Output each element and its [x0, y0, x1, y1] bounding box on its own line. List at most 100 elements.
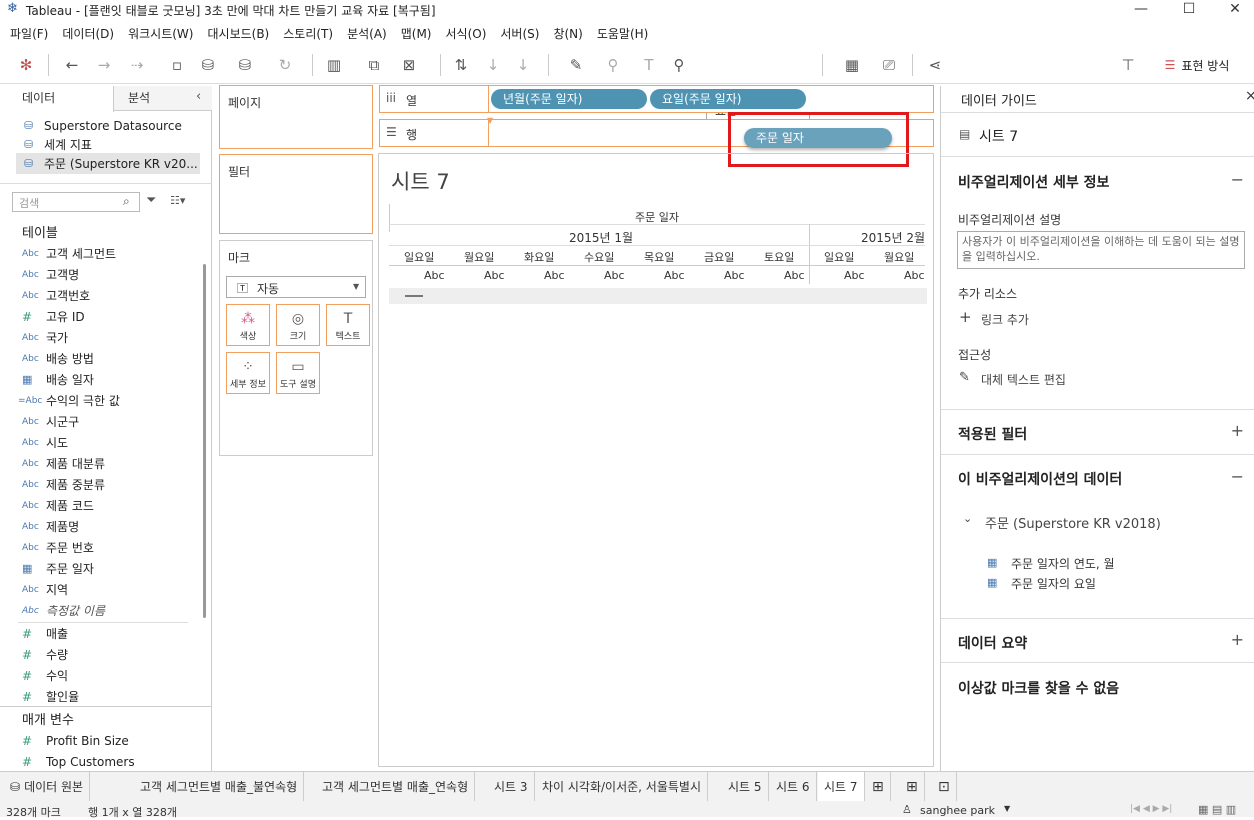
collapse-icon[interactable]: −: [1231, 170, 1244, 189]
weekday-header[interactable]: 일요일: [824, 249, 854, 265]
add-link-button[interactable]: 링크 추가: [981, 311, 1029, 328]
dimension-field[interactable]: Abc 제품명: [22, 516, 79, 537]
sort-desc-icon[interactable]: ↓: [512, 54, 534, 76]
show-me-button[interactable]: ☰ 표현 방식: [1152, 54, 1242, 76]
description-textarea[interactable]: 사용자가 이 비주얼리제이션을 이해하는 데 도움이 되는 설명을 입력하십시오…: [957, 231, 1245, 269]
maximize-button[interactable]: ☐: [1166, 0, 1212, 20]
dimension-field[interactable]: =Abc 수익의 극한 값: [18, 390, 120, 411]
replace-data-icon[interactable]: ⇢: [122, 54, 152, 76]
share-icon[interactable]: ⋖: [924, 54, 946, 76]
dimension-field[interactable]: # 고유 ID: [22, 306, 85, 327]
datasource-item[interactable]: ⛁ Superstore Datasource: [24, 115, 182, 136]
sheet-nav-icon[interactable]: |◀ ◀ ▶ ▶|: [1130, 804, 1172, 814]
dimension-field[interactable]: Abc 고객명: [22, 264, 79, 285]
save-icon[interactable]: ▫: [166, 54, 188, 76]
menu-map[interactable]: 맵(M): [401, 25, 432, 42]
menu-format[interactable]: 서식(O): [446, 25, 487, 42]
redo-icon[interactable]: →: [92, 54, 116, 76]
scrollbar[interactable]: [203, 264, 206, 618]
color-button[interactable]: ⁂ 색상: [226, 304, 270, 346]
filter-icon[interactable]: ⏷: [146, 193, 156, 208]
new-story-icon[interactable]: ⊡: [932, 772, 957, 802]
column-pill[interactable]: 요일(주문 일자): [650, 89, 806, 109]
expand-icon[interactable]: +: [1231, 421, 1244, 440]
viz-data-heading[interactable]: 이 비주얼리제이션의 데이터: [958, 469, 1122, 489]
sheet-tab[interactable]: 시트 5: [722, 772, 769, 802]
datasource-item[interactable]: ⛁ 세계 지표: [24, 134, 92, 155]
show-cards-icon[interactable]: ▦: [834, 54, 870, 76]
menu-worksheet[interactable]: 워크시트(W): [128, 25, 193, 42]
menu-server[interactable]: 서버(S): [500, 25, 539, 42]
menu-data[interactable]: 데이터(D): [62, 25, 114, 42]
parameter-item[interactable]: # Top Customers: [22, 751, 135, 772]
weekday-header[interactable]: 목요일: [644, 249, 674, 265]
presentation-icon[interactable]: ⎚: [878, 54, 900, 76]
sheet-tab[interactable]: 고객 세그먼트별 매출_불연속형: [134, 772, 305, 802]
menu-story[interactable]: 스토리(T): [283, 25, 333, 42]
label-icon[interactable]: T: [638, 54, 660, 76]
horizontal-scrollbar[interactable]: [389, 288, 927, 304]
detail-button[interactable]: ⁘ 세부 정보: [226, 352, 270, 394]
data-summary-heading[interactable]: 데이터 요약: [958, 633, 1027, 653]
table-cell[interactable]: Abc: [604, 269, 625, 282]
expand-icon[interactable]: +: [1231, 630, 1244, 649]
sheet-tab[interactable]: 시트 6: [770, 772, 817, 802]
table-cell[interactable]: Abc: [544, 269, 565, 282]
dimension-field[interactable]: Abc 제품 중분류: [22, 474, 105, 495]
menu-file[interactable]: 파일(F): [10, 25, 48, 42]
tableau-home-icon[interactable]: ✻: [14, 54, 38, 76]
measure-field[interactable]: # 할인율: [22, 686, 79, 707]
dimension-field[interactable]: Abc 고객번호: [22, 285, 90, 306]
column-pill[interactable]: 년월(주문 일자): [491, 89, 647, 109]
applied-filters-heading[interactable]: 적용된 필터: [958, 424, 1027, 444]
close-icon[interactable]: ×: [1245, 88, 1254, 104]
new-dashboard-icon[interactable]: ⊞: [900, 772, 925, 802]
dimension-field[interactable]: Abc 주문 번호: [22, 537, 94, 558]
collapse-icon[interactable]: −: [1231, 467, 1244, 486]
tab-data[interactable]: 데이터: [0, 86, 114, 112]
dimension-field[interactable]: ▦ 배송 일자: [22, 369, 94, 390]
minimize-button[interactable]: —: [1118, 0, 1164, 20]
sheet-tab[interactable]: 고객 세그먼트별 매출_연속형: [316, 772, 476, 802]
new-sheet-icon[interactable]: ⊞: [866, 772, 891, 802]
user-name[interactable]: sanghee park: [920, 804, 995, 817]
clear-sheet-icon[interactable]: ⊠: [392, 54, 426, 76]
table-cell[interactable]: Abc: [424, 269, 445, 282]
dimension-field[interactable]: Abc 배송 방법: [22, 348, 94, 369]
weekday-header[interactable]: 금요일: [704, 249, 734, 265]
guide-datasource[interactable]: 주문 (Superstore KR v2018): [985, 513, 1161, 532]
dimension-field[interactable]: Abc 국가: [22, 327, 68, 348]
weekday-header[interactable]: 월요일: [464, 249, 494, 265]
table-cell[interactable]: Abc: [664, 269, 685, 282]
measure-field[interactable]: # 매출: [22, 623, 68, 644]
tab-data-source[interactable]: ⛁ 데이터 원본: [0, 772, 91, 802]
menu-help[interactable]: 도움말(H): [597, 25, 649, 42]
new-sheet-icon[interactable]: ▥: [322, 54, 346, 76]
columns-shelf[interactable]: iii 열 년월(주문 일자) 요일(주문 일자): [379, 85, 934, 113]
swap-icon[interactable]: ⇅: [450, 54, 472, 76]
dimension-field[interactable]: ▦ 주문 일자: [22, 558, 94, 579]
format-icon[interactable]: ⊤: [1116, 54, 1140, 76]
pin-icon[interactable]: ⚲: [668, 54, 690, 76]
sort-asc-icon[interactable]: ↓: [482, 54, 504, 76]
datasource-item-selected[interactable]: ⛁ 주문 (Superstore KR v20...: [16, 153, 200, 174]
table-cell[interactable]: Abc: [484, 269, 505, 282]
tab-analysis[interactable]: 분석: [114, 86, 194, 111]
table-cell[interactable]: Abc: [844, 269, 865, 282]
view-options-icon[interactable]: ☷▾: [170, 194, 185, 207]
mark-type-select[interactable]: 🅃 자동 ▼: [226, 276, 366, 298]
highlight-icon[interactable]: ✎: [560, 54, 592, 76]
refresh-icon[interactable]: ↻: [268, 54, 302, 76]
parameter-item[interactable]: # Profit Bin Size: [22, 730, 129, 751]
group-icon[interactable]: ⚲: [598, 54, 628, 76]
chevron-down-icon[interactable]: ▼: [1004, 804, 1010, 813]
duplicate-sheet-icon[interactable]: ⧉: [362, 54, 386, 76]
menu-dashboard[interactable]: 대시보드(B): [207, 25, 269, 42]
undo-icon[interactable]: ←: [60, 54, 84, 76]
dimension-field[interactable]: Abc 시군구: [22, 411, 79, 432]
view-toggle-icon[interactable]: ▦ ▤ ▥: [1198, 803, 1236, 816]
close-button[interactable]: ✕: [1212, 0, 1254, 20]
dimension-field[interactable]: Abc 측정값 이름: [22, 600, 105, 621]
text-button[interactable]: T 텍스트: [326, 304, 370, 346]
size-button[interactable]: ◎ 크기: [276, 304, 320, 346]
